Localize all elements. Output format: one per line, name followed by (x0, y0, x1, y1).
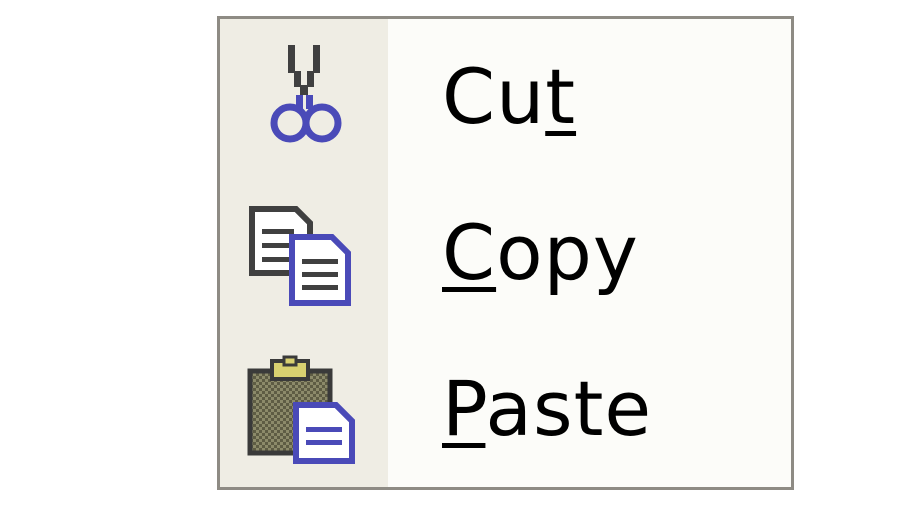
clipboard-paste-icon (220, 331, 388, 487)
scissors-icon (220, 19, 388, 175)
accelerator-key: P (442, 364, 486, 453)
accelerator-key: C (442, 208, 497, 297)
copy-icon (220, 175, 388, 331)
menu-item-label: Cut (442, 52, 577, 141)
context-menu: Cut Copy Paste (217, 16, 794, 490)
menu-item-cut[interactable]: Cut (220, 19, 791, 175)
menu-item-copy[interactable]: Copy (220, 175, 791, 331)
accelerator-key: t (545, 52, 577, 141)
menu-item-label: Paste (442, 364, 653, 453)
menu-item-paste[interactable]: Paste (220, 331, 791, 487)
menu-item-label: Copy (442, 208, 639, 297)
